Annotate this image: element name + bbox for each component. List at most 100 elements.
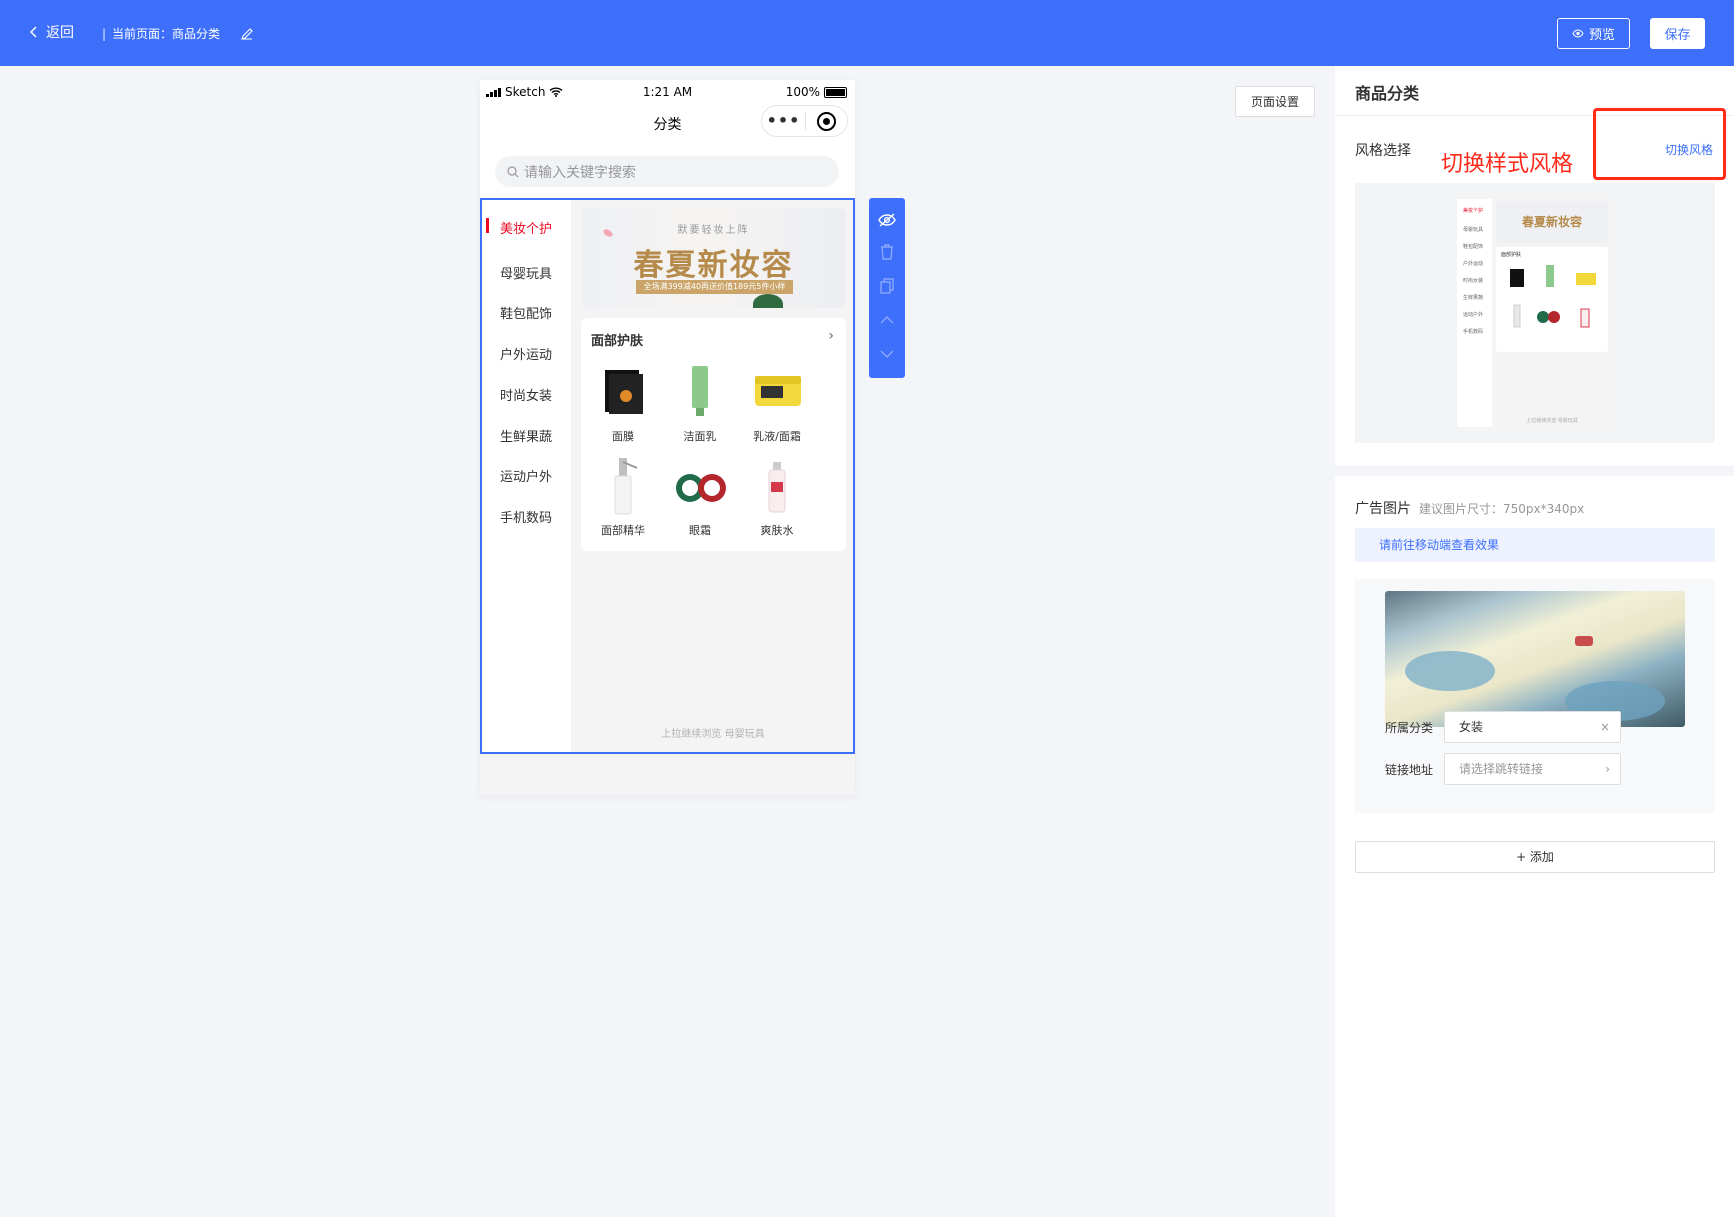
properties-panel: 商品分类 风格选择 切换样式风格 切换风格 美妆个护 母婴玩具 鞋包配饰 户外运… [1335, 66, 1734, 1217]
category-component-selected[interactable]: 美妆个护 母婴玩具 鞋包配饰 户外运动 时尚女装 生鲜果蔬 运动户外 手机数码 … [480, 198, 855, 754]
move-up-icon[interactable] [877, 310, 897, 330]
ad-item-card: 所属分类 女装 × 链接地址 请选择跳转链接 › [1355, 579, 1715, 813]
phone-preview: Sketch 1:21 AM 100% 分类 ••• 请输入关键字搜索 美妆个护… [480, 80, 855, 795]
mini-section-title: 面部护肤 [1501, 252, 1522, 258]
ad-size-hint: 建议图片尺寸：750px*340px [1419, 502, 1585, 516]
search-icon [507, 165, 519, 177]
preview-label: 预览 [1588, 28, 1615, 43]
edit-pencil-icon[interactable] [240, 27, 254, 41]
mini-banner-text: 春夏新妆容 [1521, 215, 1582, 229]
product-name: 爽肤水 [760, 524, 794, 537]
toner-bottle-icon [747, 456, 807, 516]
close-target-icon[interactable] [806, 111, 847, 131]
category-item[interactable]: 母婴玩具 [482, 263, 571, 282]
separator: | [102, 26, 107, 41]
hide-eye-icon[interactable] [877, 210, 897, 230]
mini-category: 时尚女装 [1463, 278, 1484, 284]
delete-icon[interactable] [877, 242, 897, 262]
eye-cream-icon [670, 456, 730, 516]
category-item[interactable]: 运动户外 [482, 466, 571, 485]
mini-program-capsule: ••• [761, 105, 848, 137]
mini-category-list: 美妆个护 母婴玩具 鞋包配饰 户外运动 时尚女装 生鲜果蔬 运动户外 手机数码 [1457, 199, 1492, 427]
add-ad-button[interactable]: + 添加 [1355, 841, 1715, 873]
status-bar: Sketch 1:21 AM 100% [480, 80, 855, 104]
eye-icon [1572, 29, 1584, 38]
mini-category: 鞋包配饰 [1463, 244, 1484, 250]
current-page-indicator: | 当前页面：商品分类 [102, 25, 254, 42]
category-item[interactable]: 美妆个护 [482, 218, 571, 237]
switch-style-link[interactable]: 切换风格 [1665, 141, 1713, 158]
mini-category: 美妆个护 [1463, 208, 1484, 214]
back-label: 返回 [46, 25, 74, 41]
product-item[interactable]: 面部精华 [583, 456, 663, 538]
section-gap [1335, 466, 1734, 476]
move-down-icon[interactable] [877, 344, 897, 364]
mini-footer-tip: 上拉继续浏览 母婴玩具 [1526, 418, 1578, 424]
link-field-label: 链接地址 [1385, 763, 1434, 777]
category-item[interactable]: 手机数码 [482, 507, 571, 526]
cloud-pattern [1405, 651, 1495, 691]
cream-jar-icon [747, 362, 807, 422]
current-page-label: 当前页面：商品分类 [112, 27, 221, 41]
chevron-right-icon[interactable]: › [828, 328, 834, 344]
mobile-notice: 请前往移动端查看效果 [1355, 528, 1715, 562]
preview-button[interactable]: 预览 [1557, 18, 1630, 49]
mini-product-card: 面部护肤 [1496, 247, 1608, 352]
category-sidebar: 美妆个护 母婴玩具 鞋包配饰 户外运动 时尚女装 生鲜果蔬 运动户外 手机数码 [482, 200, 571, 752]
link-placeholder: 请选择跳转链接 [1459, 762, 1544, 776]
link-field[interactable]: 请选择跳转链接 › [1444, 753, 1621, 785]
search-placeholder: 请输入关键字搜索 [524, 164, 636, 181]
top-bar: 返回 | 当前页面：商品分类 预览 保存 [0, 0, 1734, 66]
product-name: 眼霜 [689, 524, 711, 537]
category-item[interactable]: 时尚女装 [482, 385, 571, 404]
pull-up-tip: 上拉继续浏览 母婴玩具 [661, 729, 765, 740]
category-field-label: 所属分类 [1385, 721, 1434, 735]
battery-icon [824, 86, 847, 98]
page-settings-button[interactable]: 页面设置 [1235, 86, 1315, 117]
product-item[interactable]: 爽肤水 [737, 456, 817, 538]
category-field[interactable]: 女装 × [1444, 711, 1621, 743]
copy-icon[interactable] [877, 276, 897, 296]
ad-banner[interactable]: 默要轻妆上阵 春夏新妆容 全场满399减40再送价值189元5件小样 [581, 208, 846, 308]
battery-percent: 100% [785, 85, 820, 99]
category-item[interactable]: 生鲜果蔬 [482, 426, 571, 445]
mini-category: 运动户外 [1463, 312, 1484, 318]
mini-category: 母婴玩具 [1463, 227, 1484, 233]
section-title: 面部护肤 [591, 334, 644, 349]
ad-image[interactable] [1385, 591, 1685, 727]
search-input[interactable]: 请输入关键字搜索 [495, 156, 839, 187]
mini-category: 户外运动 [1463, 261, 1484, 267]
mini-category: 手机数码 [1463, 329, 1484, 335]
category-item[interactable]: 户外运动 [482, 344, 571, 363]
mask-box-icon [593, 362, 653, 422]
style-select-label: 风格选择 [1355, 143, 1411, 159]
product-item[interactable]: 眼霜 [660, 456, 740, 538]
product-item[interactable]: 洁面乳 [660, 362, 740, 444]
product-item[interactable]: 乳液/面霜 [737, 362, 817, 444]
ad-image-label: 广告图片 [1355, 501, 1411, 517]
banner-top-text: 默要轻妆上阵 [677, 225, 750, 236]
more-dots-icon[interactable]: ••• [762, 113, 805, 129]
mini-banner: 春夏新妆容 [1496, 201, 1608, 243]
phone-header: Sketch 1:21 AM 100% 分类 ••• 请输入关键字搜索 [480, 80, 855, 198]
category-value: 女装 [1459, 720, 1484, 734]
style-preview-thumbnail[interactable]: 美妆个护 母婴玩具 鞋包配饰 户外运动 时尚女装 生鲜果蔬 运动户外 手机数码 … [1355, 183, 1715, 443]
status-right: 100% [786, 85, 847, 99]
clear-icon[interactable]: × [1600, 712, 1610, 742]
leaf-decoration [753, 294, 783, 308]
product-name: 乳液/面霜 [753, 430, 801, 443]
serum-bottle-icon [593, 456, 653, 516]
panel-title: 商品分类 [1355, 84, 1420, 103]
component-toolbar [869, 198, 905, 378]
mini-phone: 美妆个护 母婴玩具 鞋包配饰 户外运动 时尚女装 生鲜果蔬 运动户外 手机数码 … [1457, 199, 1612, 427]
back-button[interactable]: 返回 [30, 22, 74, 42]
chevron-right-icon: › [1605, 762, 1610, 776]
chevron-left-icon [30, 26, 37, 38]
mini-products-icon [1510, 265, 1596, 328]
product-name: 面部精华 [601, 524, 645, 537]
annotation-text: 切换样式风格 [1441, 152, 1574, 177]
cleanser-tube-icon [670, 362, 730, 422]
save-button[interactable]: 保存 [1650, 18, 1705, 49]
category-item[interactable]: 鞋包配饰 [482, 303, 571, 322]
product-item[interactable]: 面膜 [583, 362, 663, 444]
